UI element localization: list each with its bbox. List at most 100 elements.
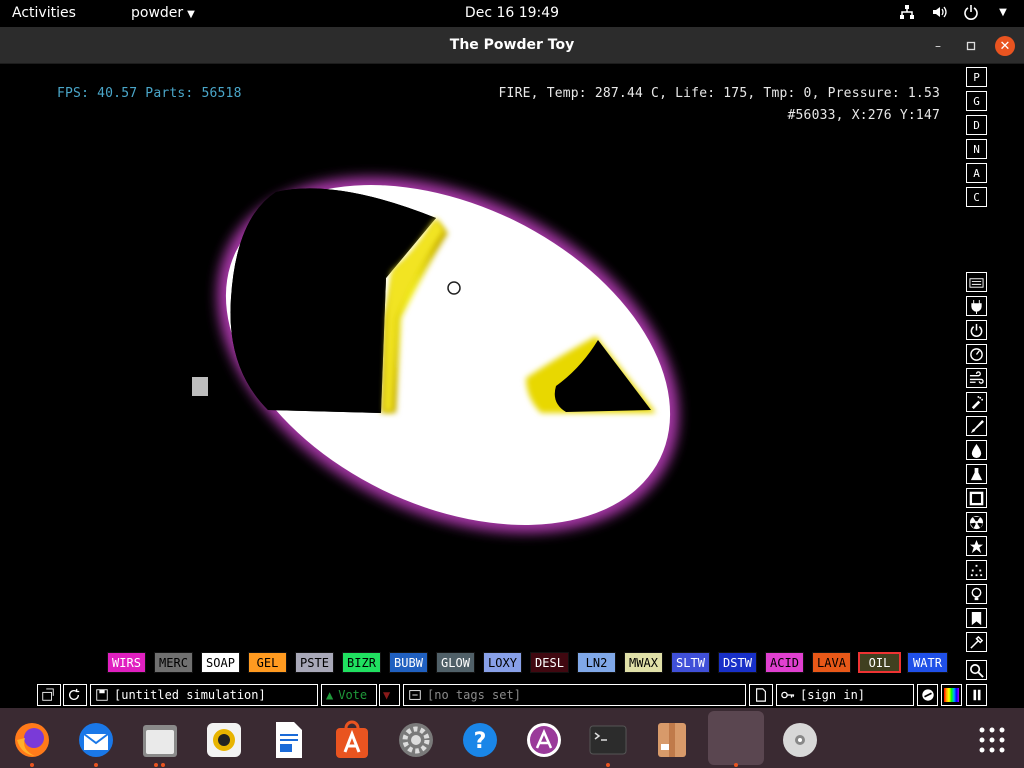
element-button-merc[interactable]: MERC	[154, 652, 193, 673]
element-button-loxy[interactable]: LOXY	[483, 652, 522, 673]
element-button-oil[interactable]: OIL	[858, 652, 901, 673]
element-button-wirs[interactable]: WIRS	[107, 652, 146, 673]
running-indicator	[161, 763, 165, 767]
brush-icon[interactable]	[966, 416, 987, 436]
particle-render	[217, 176, 679, 534]
element-button-acid[interactable]: ACID	[765, 652, 804, 673]
element-button-mwax[interactable]: MWAX	[624, 652, 663, 673]
element-button-gel[interactable]: GEL	[248, 652, 287, 673]
files-icon[interactable]	[140, 720, 180, 767]
thumbs-down-icon: ▼	[383, 688, 391, 702]
element-button-dstw[interactable]: DSTW	[718, 652, 757, 673]
element-button-bizr[interactable]: BIZR	[342, 652, 381, 673]
tags-text: [no tags set]	[427, 688, 521, 702]
square-icon[interactable]	[966, 488, 987, 508]
writer-icon[interactable]	[268, 720, 308, 760]
bookmark-icon[interactable]	[966, 608, 987, 628]
search-icon[interactable]	[966, 660, 987, 680]
app-menu[interactable]: powder ▼	[131, 5, 195, 21]
pause-icon	[973, 689, 980, 701]
folder-icon	[42, 688, 54, 701]
drop-icon[interactable]	[966, 440, 987, 460]
chevron-down-icon[interactable]: ▼	[994, 3, 1012, 21]
menu-button-p[interactable]: P	[966, 67, 987, 87]
spray-icon[interactable]	[966, 392, 987, 412]
dock: ?	[0, 708, 1024, 768]
element-button-desl[interactable]: DESL	[530, 652, 569, 673]
clock[interactable]: Dec 16 19:49	[465, 5, 559, 21]
lightbulb-icon[interactable]	[966, 584, 987, 604]
network-icon[interactable]	[898, 3, 916, 21]
vote-up-button[interactable]: ▲ Vote	[321, 684, 377, 706]
new-document-icon	[756, 688, 766, 702]
svg-text:?: ?	[474, 729, 487, 754]
open-save-button[interactable]	[37, 684, 61, 706]
clear-button[interactable]	[749, 684, 773, 706]
element-button-pste[interactable]: PSTE	[295, 652, 334, 673]
tags-button[interactable]: [no tags set]	[403, 684, 746, 706]
element-button-glow[interactable]: GLOW	[436, 652, 475, 673]
disc-icon[interactable]	[780, 720, 820, 760]
render-options-button[interactable]	[941, 684, 962, 706]
close-button[interactable]: ✕	[995, 36, 1015, 56]
radioactive-icon[interactable]	[966, 512, 987, 532]
top-bar: Activities powder ▼ Dec 16 19:49 ▼	[0, 0, 1024, 27]
archive-icon[interactable]	[652, 720, 692, 760]
thumbs-up-icon: ▲	[326, 688, 334, 702]
running-indicator	[94, 763, 98, 767]
element-button-bubw[interactable]: BUBW	[389, 652, 428, 673]
element-button-sltw[interactable]: SLTW	[671, 652, 710, 673]
save-title: [untitled simulation]	[114, 688, 266, 702]
software-center-icon[interactable]	[332, 720, 372, 760]
menu-button-c[interactable]: C	[966, 187, 987, 207]
system-tray[interactable]: ▼	[898, 3, 1012, 21]
star-icon[interactable]	[966, 536, 987, 556]
powder-toy-icon[interactable]	[716, 720, 756, 767]
wind-icon[interactable]	[966, 368, 987, 388]
particle-coords: #56033, X:276 Y:147	[787, 108, 940, 123]
save-title-button[interactable]: [untitled simulation]	[90, 684, 318, 706]
flask-icon[interactable]	[966, 464, 987, 484]
help-icon[interactable]: ?	[460, 720, 500, 760]
element-button-soap[interactable]: SOAP	[201, 652, 240, 673]
rhythmbox-icon[interactable]	[204, 720, 244, 760]
vote-label: Vote	[338, 688, 368, 702]
amarok-icon[interactable]	[524, 720, 564, 760]
menu-button-g[interactable]: G	[966, 91, 987, 111]
window-title: The Powder Toy	[449, 37, 575, 53]
gauge-icon[interactable]	[966, 344, 987, 364]
key-icon	[781, 691, 795, 699]
element-button-lava[interactable]: LAVA	[812, 652, 851, 673]
settings-icon[interactable]	[396, 720, 436, 760]
sign-in-button[interactable]: [sign in]	[776, 684, 914, 706]
keyboard-icon[interactable]	[966, 272, 987, 292]
vote-down-button[interactable]: ▼	[379, 684, 400, 706]
settings-button[interactable]	[917, 684, 938, 706]
running-indicator	[30, 763, 34, 767]
plug-icon[interactable]	[966, 296, 987, 316]
menu-button-d[interactable]: D	[966, 115, 987, 135]
window-title-bar[interactable]: The Powder Toy – ✕	[0, 27, 1024, 64]
tools-icon[interactable]	[966, 632, 987, 652]
simulation-area: FPS: 40.57 Parts: 56518 FIRE, Temp: 287.…	[0, 64, 1024, 708]
thunderbird-icon[interactable]	[76, 720, 116, 767]
minimize-button[interactable]: –	[928, 36, 948, 56]
menu-button-n[interactable]: N	[966, 139, 987, 159]
reload-button[interactable]	[63, 684, 87, 706]
simulation-canvas[interactable]	[36, 68, 964, 680]
volume-icon[interactable]	[930, 3, 948, 21]
element-button-ln2[interactable]: LN2	[577, 652, 616, 673]
app-grid-icon[interactable]	[972, 720, 1012, 760]
activities-button[interactable]: Activities	[12, 5, 76, 21]
menu-button-a[interactable]: A	[966, 163, 987, 183]
pause-button[interactable]	[966, 684, 987, 706]
element-button-watr[interactable]: WATR	[907, 652, 948, 673]
particle-info: FIRE, Temp: 287.44 C, Life: 175, Tmp: 0,…	[498, 86, 940, 101]
power-icon[interactable]	[966, 320, 987, 340]
maximize-button[interactable]	[961, 36, 981, 56]
running-indicator	[154, 763, 158, 767]
firefox-icon[interactable]	[12, 720, 52, 767]
power-icon[interactable]	[962, 3, 980, 21]
terminal-icon[interactable]	[588, 720, 628, 767]
dots-icon[interactable]	[966, 560, 987, 580]
